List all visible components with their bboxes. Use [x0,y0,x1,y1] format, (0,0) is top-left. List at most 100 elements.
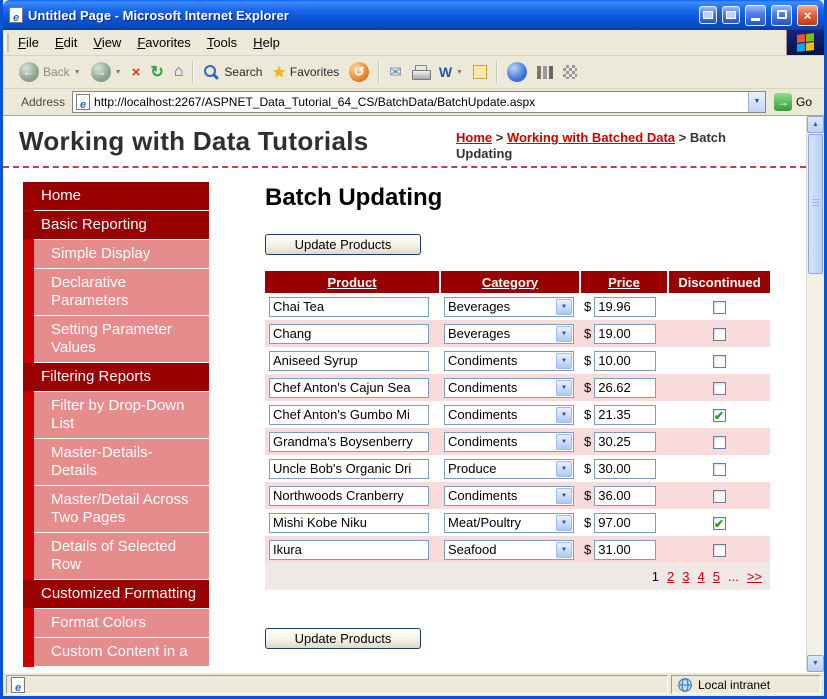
pager-page-link[interactable]: 4 [698,569,705,584]
discontinued-checkbox[interactable]: ✔ [712,517,726,531]
mail-button[interactable]: ✉ [385,60,406,84]
sidebar-item[interactable]: Filtering Reports [23,363,209,391]
discontinued-checkbox[interactable] [712,301,726,315]
sidebar-item[interactable]: Master/Detail Across Two Pages [34,486,209,532]
titlebar-extra-button-1[interactable] [699,6,717,24]
update-products-button-top[interactable]: Update Products [265,234,421,255]
home-button[interactable]: ⌂ [170,60,188,84]
column-header-product[interactable]: Product [265,271,440,293]
product-input[interactable] [269,512,429,533]
scroll-up-button[interactable]: ▲ [807,116,824,133]
dropdown-arrow-icon[interactable]: ▼ [556,541,572,558]
sort-link[interactable]: Price [608,275,640,290]
sidebar-item[interactable]: Format Colors [34,609,209,637]
sort-link[interactable]: Category [482,275,538,290]
research-button[interactable] [559,62,581,82]
sort-link[interactable]: Product [327,275,376,290]
dropdown-arrow-icon[interactable]: ▼ [556,379,572,396]
pager-next-link[interactable]: >> [747,569,762,584]
price-input[interactable] [594,539,657,560]
product-input[interactable] [269,323,429,344]
maximize-button[interactable] [771,4,792,26]
product-input[interactable] [269,458,429,479]
product-input[interactable] [269,350,429,371]
discontinued-checkbox[interactable] [712,436,726,450]
product-input[interactable] [269,377,429,398]
discontinued-checkbox[interactable] [712,355,726,369]
sidebar-item[interactable]: Filter by Drop-Down List [34,392,209,438]
address-field[interactable]: http://localhost:2267/ASPNET_Data_Tutori… [72,91,766,113]
discontinued-checkbox[interactable] [712,463,726,477]
address-dropdown-button[interactable]: ▼ [747,92,765,112]
scroll-thumb[interactable] [808,134,823,274]
dropdown-arrow-icon[interactable]: ▼ [556,352,572,369]
forward-dropdown-icon[interactable]: ▼ [115,69,122,76]
dropdown-arrow-icon[interactable]: ▼ [556,325,572,342]
favorites-button[interactable]: ★ Favorites [268,60,343,84]
pager-page-link[interactable]: 5 [713,569,720,584]
category-select[interactable]: Condiments ▼ [444,350,574,371]
price-input[interactable] [594,377,657,398]
sidebar-item[interactable]: Setting Parameter Values [34,316,209,362]
product-input[interactable] [269,539,429,560]
scroll-down-button[interactable]: ▼ [807,655,824,672]
category-select[interactable]: Condiments ▼ [444,431,574,452]
dropdown-arrow-icon[interactable]: ▼ [556,514,572,531]
price-input[interactable] [594,485,657,506]
dropdown-arrow-icon[interactable]: ▼ [556,460,572,477]
dropdown-arrow-icon[interactable]: ▼ [556,406,572,423]
category-select[interactable]: Seafood ▼ [444,539,574,560]
print-button[interactable] [408,62,433,83]
dropdown-arrow-icon[interactable]: ▼ [556,487,572,504]
sidebar-item[interactable]: Declarative Parameters [34,269,209,315]
discontinued-checkbox[interactable] [712,382,726,396]
menu-file[interactable]: File [10,30,47,55]
sidebar-item[interactable]: Basic Reporting [23,211,209,239]
word-dropdown-icon[interactable]: ▼ [456,69,463,76]
breadcrumb-link[interactable]: Working with Batched Data [507,130,675,145]
menu-favorites[interactable]: Favorites [129,30,198,55]
sidebar-item[interactable]: Custom Content in a [34,638,209,666]
category-select[interactable]: Beverages ▼ [444,296,574,317]
discontinued-checkbox[interactable] [712,544,726,558]
pager-page-link[interactable]: 3 [682,569,689,584]
price-input[interactable] [594,404,657,425]
menu-view[interactable]: View [85,30,129,55]
dropdown-arrow-icon[interactable]: ▼ [556,433,572,450]
column-header-price[interactable]: Price [579,271,668,293]
sidebar-item[interactable]: Home [23,182,209,210]
menu-help[interactable]: Help [245,30,288,55]
discontinued-checkbox[interactable] [712,490,726,504]
category-select[interactable]: Condiments ▼ [444,485,574,506]
category-select[interactable]: Meat/Poultry ▼ [444,512,574,533]
menu-edit[interactable]: Edit [47,30,85,55]
close-button[interactable]: × [797,4,818,26]
search-button[interactable]: Search [199,61,266,84]
pager-page-link[interactable]: 2 [667,569,674,584]
price-input[interactable] [594,296,657,317]
back-button[interactable]: ← Back ▼ [15,59,85,85]
back-dropdown-icon[interactable]: ▼ [74,69,81,76]
vertical-scrollbar[interactable]: ▲ ▼ [806,116,824,672]
stop-button[interactable]: × [128,61,145,84]
sidebar-item[interactable]: Master-Details-Details [34,439,209,485]
price-input[interactable] [594,512,657,533]
category-select[interactable]: Condiments ▼ [444,377,574,398]
sidebar-item[interactable]: Customized Formatting [23,580,209,608]
discontinued-checkbox[interactable] [712,328,726,342]
product-input[interactable] [269,296,429,317]
product-input[interactable] [269,431,429,452]
sidebar-item[interactable]: Details of Selected Row [34,533,209,579]
discuss-button[interactable] [533,63,557,82]
titlebar-extra-button-2[interactable] [722,6,740,24]
category-select[interactable]: Beverages ▼ [444,323,574,344]
word-edit-button[interactable]: W ▼ [435,61,467,83]
toolbar-grip[interactable] [4,33,9,52]
go-button[interactable]: → Go [771,93,820,111]
sidebar-item[interactable]: Simple Display [34,240,209,268]
price-input[interactable] [594,323,657,344]
update-products-button-bottom[interactable]: Update Products [265,628,421,649]
messenger-button[interactable] [503,59,531,85]
edit-button[interactable] [469,62,491,82]
product-input[interactable] [269,404,429,425]
